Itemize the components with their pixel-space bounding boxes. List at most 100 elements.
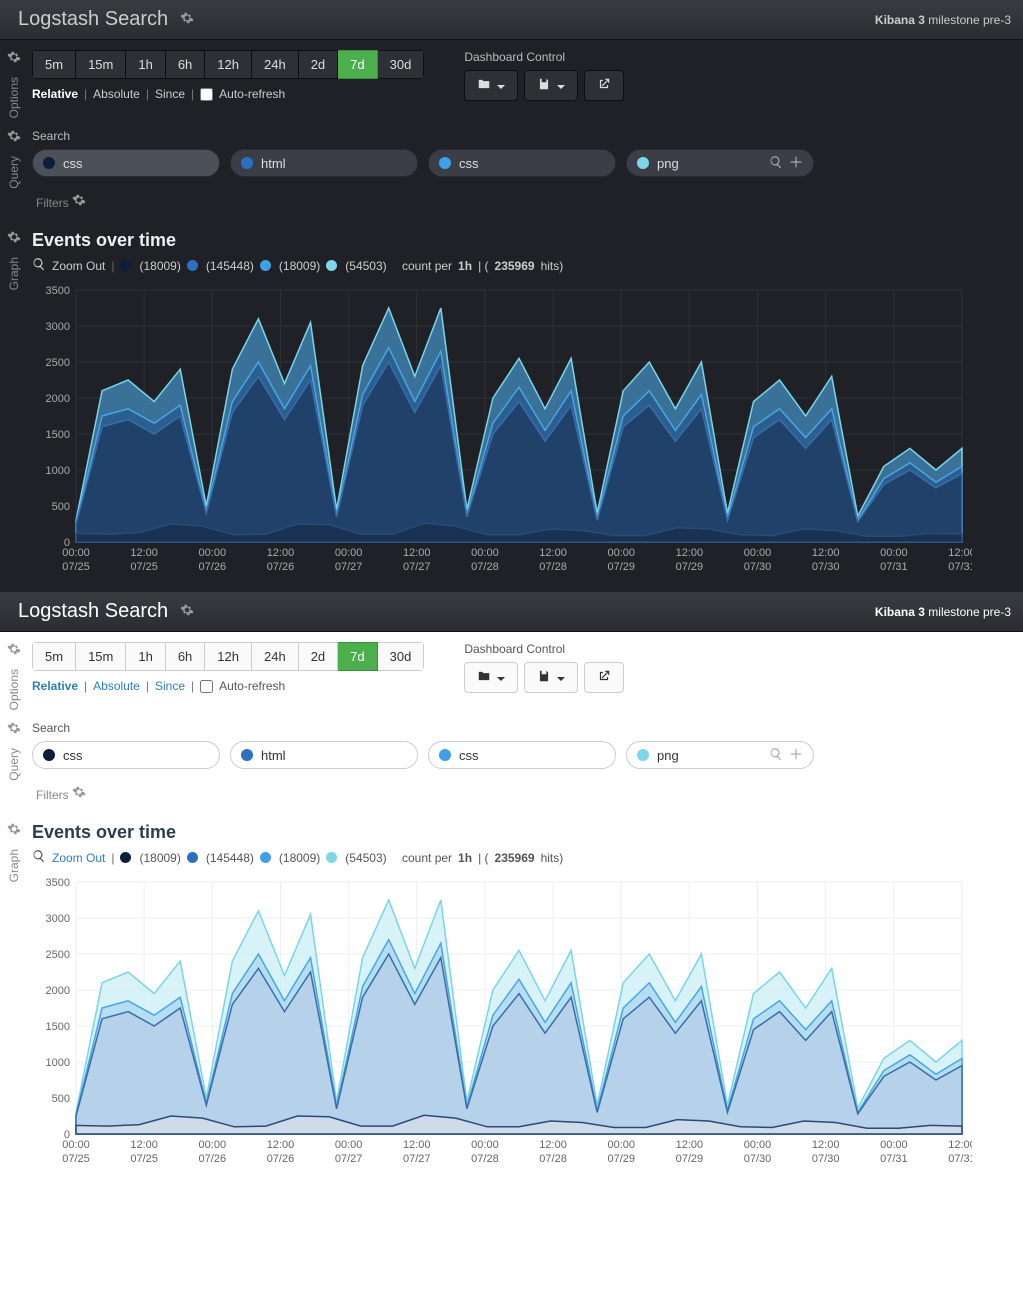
svg-text:500: 500 (52, 501, 70, 513)
mode-relative[interactable]: Relative (32, 679, 78, 693)
time-range-24h[interactable]: 24h (252, 50, 299, 79)
open-dashboard-button[interactable] (464, 662, 518, 693)
rail-label-options: Options (7, 669, 21, 710)
time-range-30d[interactable]: 30d (378, 50, 425, 79)
time-range-12h[interactable]: 12h (205, 50, 252, 79)
share-dashboard-button[interactable] (584, 662, 624, 693)
svg-text:1500: 1500 (46, 1021, 70, 1033)
legend-dot (260, 852, 271, 863)
time-range-1h[interactable]: 1h (126, 642, 165, 671)
time-range-group: 5m15m1h6h12h24h2d7d30d (32, 642, 424, 671)
time-range-6h[interactable]: 6h (166, 50, 205, 79)
query-pill-1[interactable]: html (230, 149, 418, 177)
gear-icon[interactable] (7, 822, 21, 839)
query-pill-2[interactable]: css (428, 741, 616, 769)
time-range-5m[interactable]: 5m (32, 642, 76, 671)
time-range-1h[interactable]: 1h (126, 50, 165, 79)
svg-text:12:00: 12:00 (676, 547, 704, 559)
gear-icon[interactable] (7, 230, 21, 247)
mode-relative[interactable]: Relative (32, 87, 78, 101)
svg-text:1000: 1000 (46, 465, 70, 477)
zoom-out-link[interactable]: Zoom Out (52, 259, 105, 273)
plus-icon[interactable] (789, 155, 803, 172)
svg-text:12:00: 12:00 (812, 1139, 840, 1151)
gear-icon[interactable] (7, 642, 21, 659)
mode-absolute[interactable]: Absolute (93, 679, 140, 693)
save-dashboard-button[interactable] (524, 662, 578, 693)
svg-text:00:00: 00:00 (62, 547, 90, 559)
time-range-6h[interactable]: 6h (166, 642, 205, 671)
query-text: png (657, 156, 761, 171)
plus-icon[interactable] (789, 747, 803, 764)
time-range-2d[interactable]: 2d (299, 50, 338, 79)
query-pill-0[interactable]: css (32, 149, 220, 177)
open-dashboard-button[interactable] (464, 70, 518, 101)
gear-icon[interactable] (180, 8, 194, 31)
svg-text:500: 500 (52, 1093, 70, 1105)
legend-dot (326, 852, 337, 863)
brand-label: Kibana 3 milestone pre-3 (875, 13, 1011, 27)
gear-icon[interactable] (72, 196, 86, 210)
zoom-out-link[interactable]: Zoom Out (52, 851, 105, 865)
svg-text:07/30: 07/30 (812, 561, 840, 573)
save-dashboard-button[interactable] (524, 70, 578, 101)
query-pill-3[interactable]: png (626, 149, 814, 177)
rail-options: Options (0, 632, 28, 711)
mode-since[interactable]: Since (155, 87, 185, 101)
gear-icon[interactable] (7, 129, 21, 146)
mode-absolute[interactable]: Absolute (93, 87, 140, 101)
query-text: html (261, 156, 407, 171)
search-icon[interactable] (769, 155, 783, 172)
time-range-15m[interactable]: 15m (76, 50, 126, 79)
share-dashboard-button[interactable] (584, 70, 624, 101)
legend-row: Zoom Out|(18009)(145448)(18009)(54503) c… (32, 257, 1009, 274)
svg-text:3000: 3000 (46, 321, 70, 333)
svg-text:07/29: 07/29 (676, 561, 704, 573)
legend-dot (187, 260, 198, 271)
svg-text:07/26: 07/26 (199, 561, 227, 573)
folder-icon (477, 669, 491, 686)
time-range-7d[interactable]: 7d (338, 642, 377, 671)
search-icon[interactable] (769, 747, 783, 764)
svg-text:07/28: 07/28 (471, 561, 499, 573)
query-text: png (657, 748, 761, 763)
time-range-7d[interactable]: 7d (338, 50, 377, 79)
svg-text:07/26: 07/26 (267, 1153, 295, 1165)
time-range-24h[interactable]: 24h (252, 642, 299, 671)
time-range-2d[interactable]: 2d (299, 642, 338, 671)
legend-count: (54503) (345, 259, 386, 273)
query-pill-3[interactable]: png (626, 741, 814, 769)
gear-icon[interactable] (180, 600, 194, 623)
options-section: 5m15m1h6h12h24h2d7d30d Relative| Absolut… (32, 642, 1009, 693)
auto-refresh-checkbox[interactable] (200, 680, 213, 693)
filters-row: Filters (32, 187, 1009, 212)
svg-text:12:00: 12:00 (267, 547, 295, 559)
svg-text:12:00: 12:00 (130, 1139, 158, 1151)
mode-since[interactable]: Since (155, 679, 185, 693)
query-pill-0[interactable]: css (32, 741, 220, 769)
gear-icon[interactable] (7, 50, 21, 67)
time-range-5m[interactable]: 5m (32, 50, 76, 79)
query-pill-1[interactable]: html (230, 741, 418, 769)
svg-text:07/27: 07/27 (403, 1153, 431, 1165)
graph-title: Events over time (32, 822, 1009, 843)
page-title: Logstash Search (18, 8, 194, 31)
gear-icon[interactable] (7, 721, 21, 738)
query-text: css (459, 748, 605, 763)
svg-text:07/26: 07/26 (267, 561, 295, 573)
gear-icon[interactable] (72, 788, 86, 802)
time-range-12h[interactable]: 12h (205, 642, 252, 671)
time-range-15m[interactable]: 15m (76, 642, 126, 671)
folder-icon (477, 77, 491, 94)
auto-refresh-checkbox[interactable] (200, 88, 213, 101)
legend-count: (18009) (279, 851, 320, 865)
svg-text:07/28: 07/28 (539, 561, 567, 573)
svg-text:07/29: 07/29 (607, 1153, 635, 1165)
query-pill-2[interactable]: css (428, 149, 616, 177)
legend-dot (120, 852, 131, 863)
query-color-dot (439, 157, 451, 169)
options-section: 5m15m1h6h12h24h2d7d30d Relative| Absolut… (32, 50, 1009, 101)
svg-text:12:00: 12:00 (539, 547, 567, 559)
svg-text:3000: 3000 (46, 913, 70, 925)
time-range-30d[interactable]: 30d (378, 642, 425, 671)
